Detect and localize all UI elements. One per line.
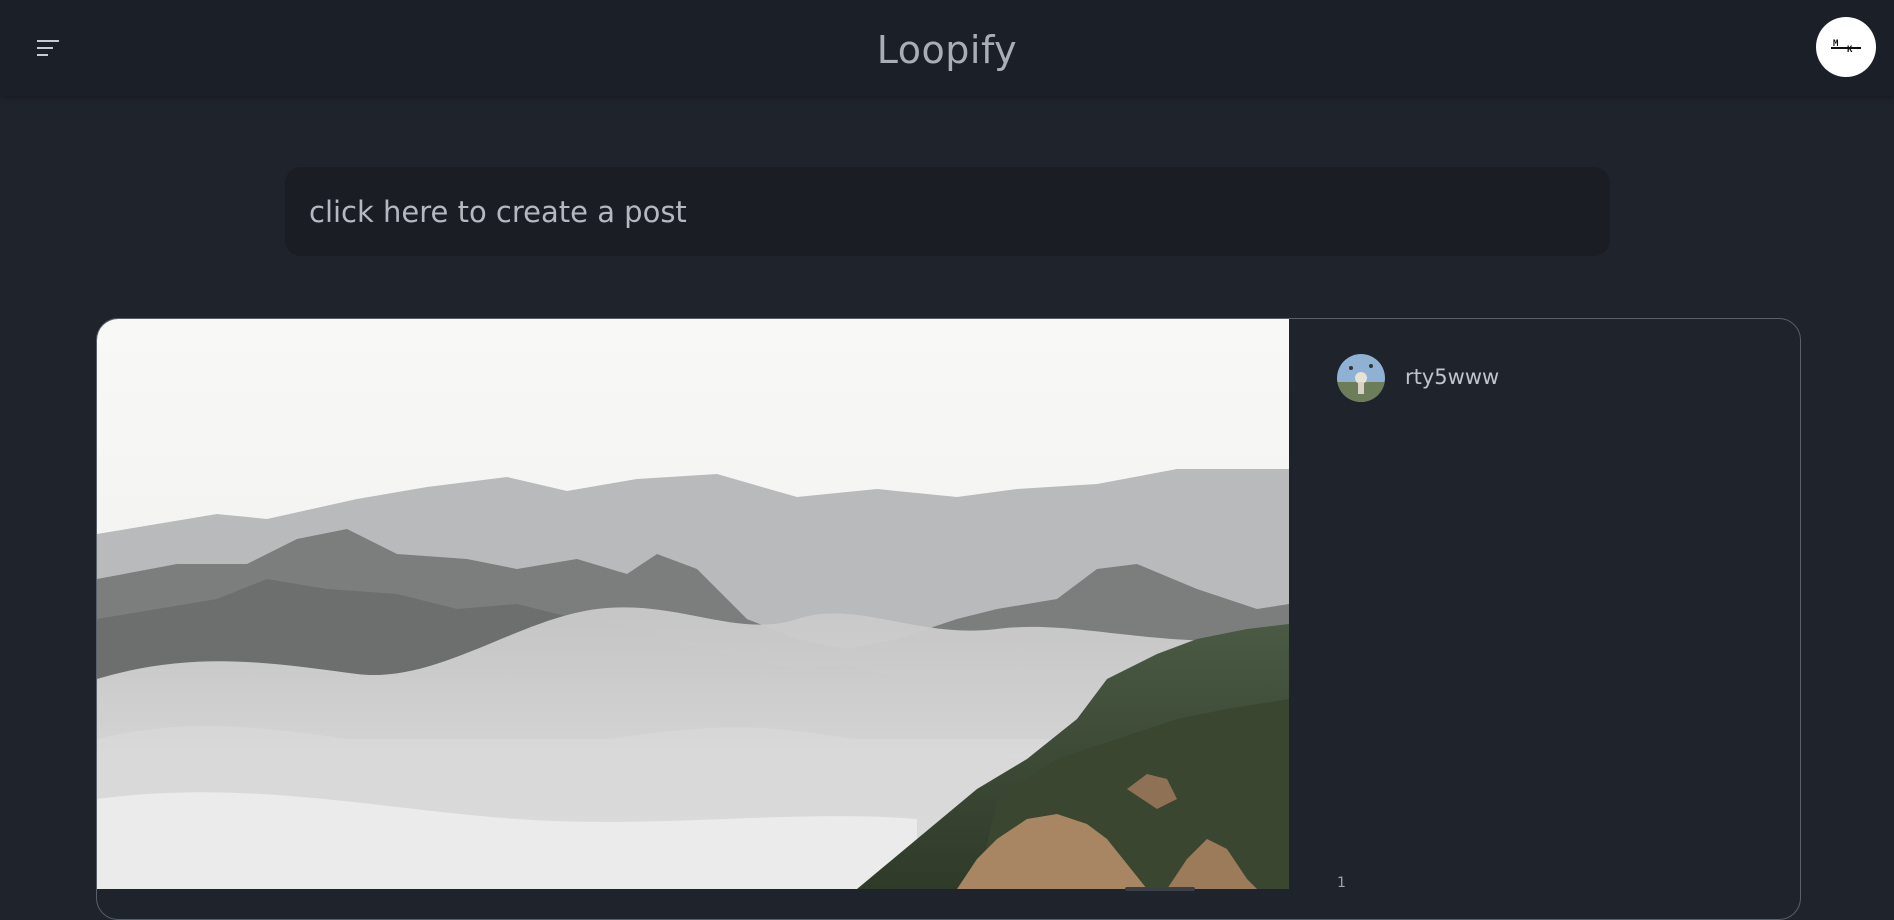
create-post-input[interactable]: click here to create a post <box>285 167 1610 256</box>
horizontal-scrollbar[interactable] <box>1125 887 1195 891</box>
like-count: 1 <box>1337 875 1346 891</box>
top-navigation-bar: Loopify M K <box>0 0 1894 96</box>
author-username[interactable]: rty5www <box>1405 365 1499 389</box>
profile-logo-icon: M K <box>1831 38 1861 56</box>
post-image[interactable] <box>97 319 1289 889</box>
profile-avatar-button[interactable]: M K <box>1816 17 1876 77</box>
create-post-placeholder: click here to create a post <box>309 194 687 229</box>
app-title: Loopify <box>876 28 1018 72</box>
post-details-panel: rty5www 1 <box>1289 319 1800 919</box>
author-avatar[interactable] <box>1337 354 1385 402</box>
post-card: rty5www 1 <box>96 318 1801 920</box>
